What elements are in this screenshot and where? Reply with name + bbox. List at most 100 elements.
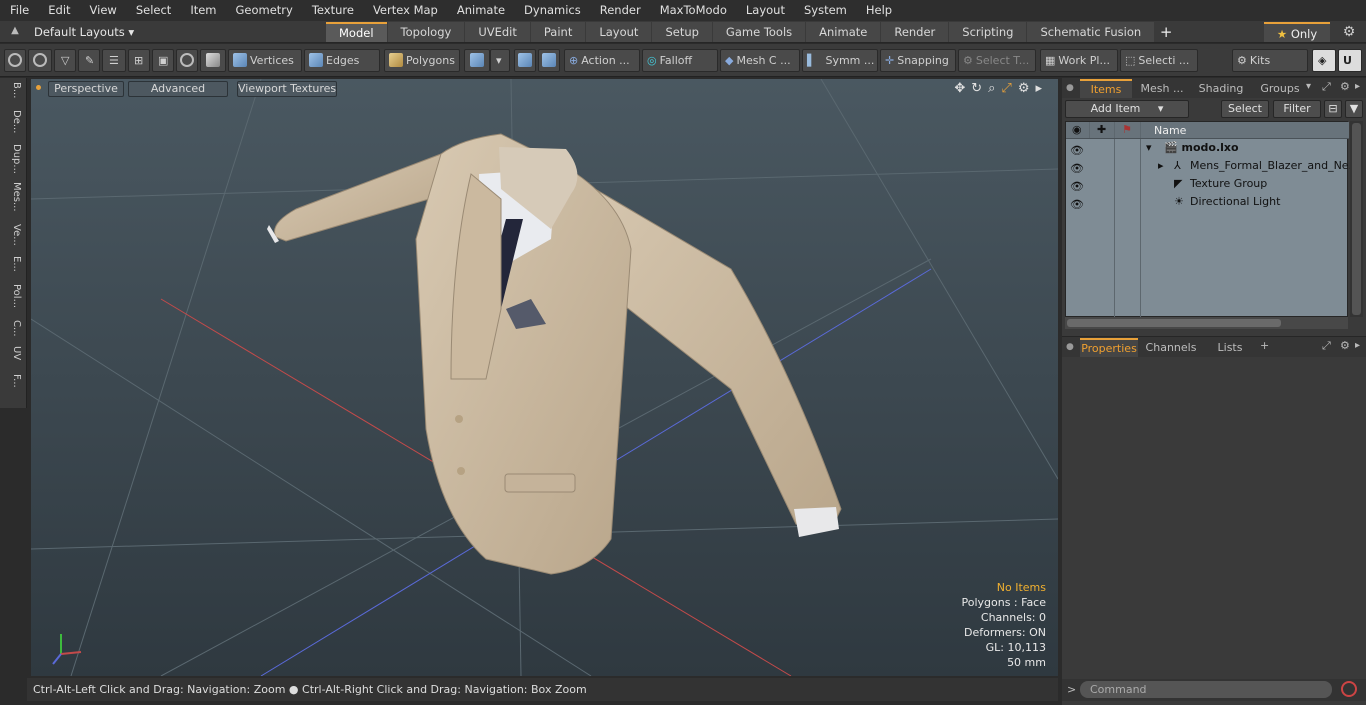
menu-system[interactable]: System	[794, 0, 856, 21]
item-list-vscrollbar[interactable]	[1350, 121, 1363, 317]
menu-select[interactable]: Select	[126, 0, 180, 21]
element-button[interactable]: ▣	[152, 49, 174, 72]
rotate-view-icon[interactable]: ↻	[971, 81, 982, 97]
only-toggle[interactable]: ★ Only	[1264, 22, 1330, 42]
vscroll-thumb[interactable]	[1352, 123, 1361, 315]
action-button[interactable]: ⊕ Action ...	[564, 49, 640, 72]
visibility-eye-icon[interactable]: 👁	[1070, 178, 1084, 193]
menu-texture[interactable]: Texture	[302, 0, 363, 21]
tab-items[interactable]: Items	[1080, 79, 1132, 98]
visibility-eye-icon[interactable]: 👁	[1070, 196, 1084, 211]
visibility-eye-icon[interactable]: 👁	[1070, 142, 1084, 157]
props-gear-icon[interactable]: ⚙	[1340, 339, 1350, 352]
advanced-button[interactable]: Advanced	[128, 81, 228, 97]
select-mode-circle-button[interactable]	[4, 49, 26, 72]
menu-geometry[interactable]: Geometry	[226, 0, 302, 21]
mode-cube-button[interactable]	[464, 49, 490, 72]
vertices-button[interactable]: Vertices	[228, 49, 302, 72]
tab-game-tools[interactable]: Game Tools	[712, 22, 806, 42]
props-maximize-icon[interactable]: ⤢	[1322, 339, 1331, 353]
list-item-scene[interactable]: 👁 ▾ 🎬 modo.lxo	[1066, 139, 1349, 157]
kits-button[interactable]: ⚙ Kits	[1232, 49, 1308, 72]
center-button[interactable]: ⊞	[128, 49, 150, 72]
menu-dynamics[interactable]: Dynamics	[514, 0, 590, 21]
tab-layout[interactable]: Layout	[586, 22, 652, 42]
hscroll-thumb[interactable]	[1067, 319, 1281, 327]
symmetry-right-button[interactable]	[538, 49, 560, 72]
add-props-tab-icon[interactable]: +	[1260, 339, 1269, 352]
menu-edit[interactable]: Edit	[38, 0, 79, 21]
tab-animate[interactable]: Animate	[806, 22, 881, 42]
left-tab-edge[interactable]: E...	[4, 256, 22, 272]
unreal-button[interactable]: U	[1338, 49, 1362, 72]
tab-paint[interactable]: Paint	[530, 22, 586, 42]
polygons-button[interactable]: Polygons	[384, 49, 460, 72]
zoom-view-icon[interactable]: ⌕	[988, 81, 995, 97]
tab-uvedit[interactable]: UVEdit	[465, 22, 530, 42]
tab-scripting[interactable]: Scripting	[949, 22, 1027, 42]
tab-properties[interactable]: Properties	[1080, 338, 1138, 357]
add-item-button[interactable]: Add Item ▾	[1065, 100, 1189, 118]
viewport-settings-icon[interactable]: ⚙	[1018, 81, 1030, 97]
left-tab-deform[interactable]: De...	[4, 110, 22, 133]
name-column-header[interactable]: Name	[1154, 124, 1186, 137]
mesh-constraints-button[interactable]: ◆ Mesh C ...	[720, 49, 800, 72]
falloff-button[interactable]: ◎ Falloff	[642, 49, 718, 72]
tab-mesh[interactable]: Mesh ...	[1134, 79, 1190, 98]
expand-arrow-icon[interactable]: ▸	[1158, 157, 1164, 175]
viewport-textures-button[interactable]: Viewport Textures	[237, 81, 337, 97]
panel-arrow-icon[interactable]: ▸	[1355, 81, 1360, 92]
unity-button[interactable]: ◈	[1312, 49, 1336, 72]
tab-channels[interactable]: Channels	[1142, 338, 1200, 357]
list-item-texture-group[interactable]: 👁 ◤ Texture Group	[1066, 175, 1349, 193]
tabs-more-icon[interactable]: ▾	[1306, 81, 1311, 92]
menu-render[interactable]: Render	[590, 0, 650, 21]
globe-button[interactable]	[28, 49, 52, 72]
default-layouts-dropdown[interactable]: Default Layouts ▾	[34, 21, 134, 43]
perspective-button[interactable]: Perspective	[48, 81, 124, 97]
menu-item[interactable]: Item	[180, 0, 225, 21]
left-tab-mesh-edit[interactable]: Mes...	[4, 182, 22, 212]
tab-model[interactable]: Model	[326, 22, 387, 42]
select-button[interactable]: Select	[1221, 100, 1269, 118]
left-tab-vertex[interactable]: Ve...	[4, 224, 22, 246]
material-button[interactable]	[176, 49, 198, 72]
work-plane-button[interactable]: ▦ Work Pl...	[1040, 49, 1118, 72]
left-tab-curve[interactable]: C...	[4, 320, 22, 337]
left-tab-basic[interactable]: B...	[4, 82, 22, 98]
3d-viewport[interactable]: Perspective Advanced Viewport Textures ✥…	[31, 79, 1058, 676]
falloff-shield-button[interactable]: ▽	[54, 49, 76, 72]
tab-lists[interactable]: Lists	[1204, 338, 1256, 357]
symmetry-left-button[interactable]	[514, 49, 536, 72]
collapse-icon[interactable]: ▲	[8, 25, 22, 39]
align-button[interactable]: ☰	[102, 49, 126, 72]
menu-layout[interactable]: Layout	[736, 0, 794, 21]
tab-groups[interactable]: Groups	[1252, 79, 1308, 98]
collapse-list-button[interactable]: ⊟	[1324, 100, 1342, 118]
selection-sets-button[interactable]: ⬚ Selecti ...	[1120, 49, 1198, 72]
expand-arrow-icon[interactable]: ▾	[1146, 139, 1152, 157]
tab-schematic-fusion[interactable]: Schematic Fusion	[1027, 22, 1155, 42]
item-mode-button[interactable]	[200, 49, 226, 72]
menu-file[interactable]: File	[0, 0, 38, 21]
left-tab-fusion[interactable]: F...	[4, 374, 22, 388]
brush-button[interactable]: ✎	[78, 49, 100, 72]
menu-view[interactable]: View	[80, 0, 126, 21]
edges-button[interactable]: Edges	[304, 49, 380, 72]
menu-vertex-map[interactable]: Vertex Map	[363, 0, 447, 21]
menu-maxtomodo[interactable]: MaxToModo	[650, 0, 736, 21]
menu-help[interactable]: Help	[856, 0, 901, 21]
mode-dropdown-button[interactable]: ▾	[490, 49, 510, 72]
menu-animate[interactable]: Animate	[447, 0, 514, 21]
fit-view-icon[interactable]: ⤢	[1001, 81, 1011, 97]
tab-setup[interactable]: Setup	[652, 22, 712, 42]
tab-topology[interactable]: Topology	[387, 22, 465, 42]
item-list-hscrollbar[interactable]	[1065, 317, 1348, 329]
add-tab-icon[interactable]: +	[1155, 22, 1177, 42]
select-through-button[interactable]: ⚙ Select T...	[958, 49, 1036, 72]
props-arrow-icon[interactable]: ▸	[1355, 340, 1360, 351]
tab-shading[interactable]: Shading	[1192, 79, 1250, 98]
command-input[interactable]: Command	[1080, 681, 1332, 698]
filter-funnel-button[interactable]: ▼	[1345, 100, 1363, 118]
panel-maximize-icon[interactable]: ⤢	[1322, 80, 1331, 94]
